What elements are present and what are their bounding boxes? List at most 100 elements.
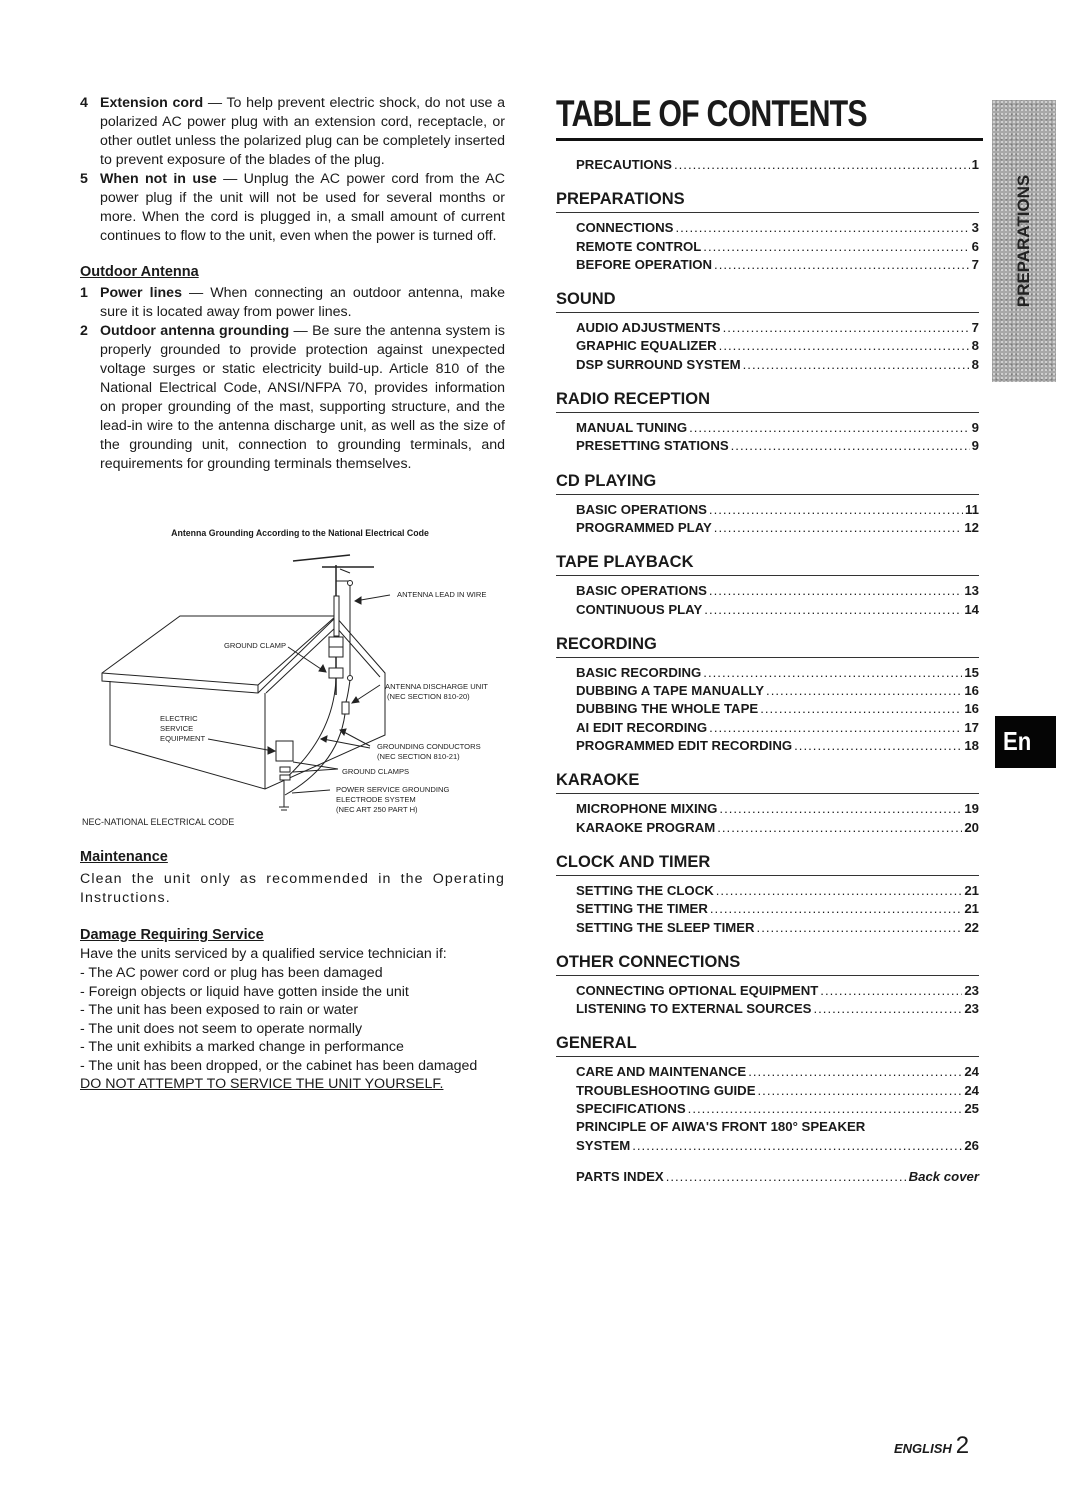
toc-entry[interactable]: BASIC RECORDING 15 [556,664,979,682]
label-nec-definition: NEC-NATIONAL ELECTRICAL CODE [82,817,235,827]
safety-list: 4 Extension cord — To help prevent electr… [80,94,505,246]
toc-entry-page: 21 [964,901,979,917]
label-grounding-conductors-nec: (NEC SECTION 810-21) [377,752,460,761]
leader-dots [710,900,962,918]
antenna-list: 1 Power lines — When connecting an outdoo… [80,284,505,474]
language-tab[interactable]: En [995,716,1056,768]
toc-entry[interactable]: CONTINUOUS PLAY 14 [556,601,979,619]
leader-dots [714,519,963,537]
toc-entry-label: KARAOKE PROGRAM [576,819,716,835]
damage-list: - The AC power cord or plug has been dam… [80,964,510,1075]
table-of-contents: PRECAUTIONS 1 PREPARATIONS CONNECTIONS 3 REM… [556,150,979,1186]
leader-dots [714,256,970,274]
toc-entry-page: 24 [964,1082,979,1098]
label-ground-clamp: GROUND CLAMP [224,641,287,650]
section-tab-label: PREPARATIONS [1014,174,1033,308]
toc-section: TAPE PLAYBACK BASIC OPERATIONS 13 CONTINUOU… [556,551,979,619]
toc-entry-label: GRAPHIC EQUALIZER [576,338,717,354]
toc-entry-label: PARTS INDEX [576,1168,664,1184]
label-antenna-lead-in: ANTENNA LEAD IN WIRE [397,590,487,599]
toc-section-heading: CLOCK AND TIMER [556,851,979,876]
item-title: Extension cord [100,95,204,111]
toc-entry[interactable]: CONNECTING OPTIONAL EQUIPMENT 23 [556,982,979,1000]
toc-entry[interactable]: PRESETTING STATIONS 9 [556,437,979,455]
toc-entry[interactable]: DUBBING A TAPE MANUALLY 16 [556,682,979,700]
toc-entry[interactable]: REMOTE CONTROL 6 [556,238,979,256]
toc-entry[interactable]: MANUAL TUNING 9 [556,419,979,437]
toc-entry[interactable]: CONNECTIONS 3 [556,219,979,237]
toc-entry[interactable]: SETTING THE SLEEP TIMER 22 [556,919,979,937]
toc-entry-page: 1 [971,157,979,172]
leader-dots [813,1000,962,1018]
damage-item: - The AC power cord or plug has been dam… [80,965,383,981]
toc-entry-parts-index[interactable]: PARTS INDEX Back cover [556,1168,979,1186]
section-tab-preparations[interactable]: PREPARATIONS [992,100,1056,382]
toc-entry[interactable]: KARAOKE PROGRAM 20 [556,819,979,837]
toc-section-general: GENERAL CARE AND MAINTENANCE 24 TROUBLESH… [556,1032,979,1154]
toc-entry[interactable]: LISTENING TO EXTERNAL SOURCES 23 [556,1000,979,1018]
toc-entry[interactable]: BASIC OPERATIONS 11 [556,501,979,519]
toc-entry[interactable]: SETTING THE CLOCK 21 [556,882,979,900]
damage-intro: Have the units serviced by a qualified s… [80,946,447,962]
toc-entry-label: BASIC OPERATIONS [576,583,707,599]
left-column: 4 Extension cord — To help prevent electr… [80,94,505,474]
toc-section-heading: CD PLAYING [556,470,979,495]
label-equipment: EQUIPMENT [160,734,206,743]
toc-entry[interactable]: AUDIO ADJUSTMENTS 7 [556,319,979,337]
toc-section-heading: RECORDING [556,633,979,658]
leader-dots [731,437,970,455]
leader-dots [688,1100,963,1118]
toc-entry[interactable]: AI EDIT RECORDING 17 [556,719,979,737]
toc-entry[interactable]: PROGRAMMED EDIT RECORDING 18 [556,737,979,755]
toc-section: KARAOKE MICROPHONE MIXING 19 KARAOKE PROGRA… [556,769,979,837]
item-text: — Be sure the antenna system is properly… [100,323,505,472]
toc-entry[interactable]: DSP SURROUND SYSTEM 8 [556,356,979,374]
toc-entry-page: 13 [964,583,979,599]
antenna-item-power-lines: 1 Power lines — When connecting an outdoo… [80,284,505,322]
toc-entry-label: AUDIO ADJUSTMENTS [576,320,721,336]
leader-dots [717,819,962,837]
toc-entry[interactable]: BASIC OPERATIONS 13 [556,582,979,600]
toc-entry[interactable]: TROUBLESHOOTING GUIDE 24 [556,1082,979,1100]
toc-entry-label: BEFORE OPERATION [576,256,713,272]
toc-entry-label: PRESETTING STATIONS [576,438,729,454]
toc-entry[interactable]: SETTING THE TIMER 21 [556,900,979,918]
label-electrode-system: ELECTRODE SYSTEM [336,795,416,804]
toc-section: OTHER CONNECTIONS CONNECTING OPTIONAL EQU… [556,951,979,1019]
leader-dots [723,319,970,337]
toc-entry[interactable]: GRAPHIC EQUALIZER 8 [556,337,979,355]
toc-entry-multiline-label[interactable]: PRINCIPLE OF AIWA'S FRONT 180° SPEAKER [556,1118,979,1136]
outdoor-antenna-section: Outdoor Antenna 1 Power lines — When conn… [80,263,505,474]
toc-entry-label: BASIC RECORDING [576,664,702,680]
toc-sections: PREPARATIONS CONNECTIONS 3 REMOTE CONTROL 6 B… [556,188,979,1018]
toc-entry[interactable]: MICROPHONE MIXING 19 [556,800,979,818]
toc-entry[interactable]: SYSTEM 26 [556,1137,979,1155]
toc-entry-precautions[interactable]: PRECAUTIONS 1 [556,156,979,174]
leader-dots [709,582,962,600]
toc-section-heading: OTHER CONNECTIONS [556,951,979,976]
toc-entry-page: 24 [964,1064,979,1080]
item-title: Outdoor antenna grounding [100,323,290,339]
toc-entry-page: 9 [971,438,979,454]
toc-entry-page: 8 [971,356,979,372]
toc-entry-label: LISTENING TO EXTERNAL SOURCES [576,1001,812,1017]
toc-entry[interactable]: BEFORE OPERATION 7 [556,256,979,274]
toc-entry[interactable]: SPECIFICATIONS 25 [556,1100,979,1118]
toc-section-heading: PREPARATIONS [556,188,979,214]
toc-entry-label: DUBBING A TAPE MANUALLY [576,683,765,699]
leader-dots [709,719,962,737]
damage-item: - The unit does not seem to operate norm… [80,1020,363,1037]
toc-entry-page: 26 [964,1137,979,1153]
damage-item: - Foreign objects or liquid have gotten … [80,983,409,1000]
discharge-unit [341,701,350,715]
toc-entry[interactable]: CARE AND MAINTENANCE 24 [556,1063,979,1081]
label-ground-clamps: GROUND CLAMPS [342,767,410,776]
toc-entry-label: SYSTEM [576,1137,631,1153]
toc-entry-label: SETTING THE TIMER [576,901,708,917]
toc-entry-label: AI EDIT RECORDING [576,719,708,735]
toc-entry[interactable]: DUBBING THE WHOLE TAPE 16 [556,700,979,718]
leader-dots [709,501,963,519]
toc-entry[interactable]: PROGRAMMED PLAY 12 [556,519,979,537]
leader-dots [758,1082,963,1100]
service-warning: DO NOT ATTEMPT TO SERVICE THE UNIT YOURS… [80,1076,444,1092]
